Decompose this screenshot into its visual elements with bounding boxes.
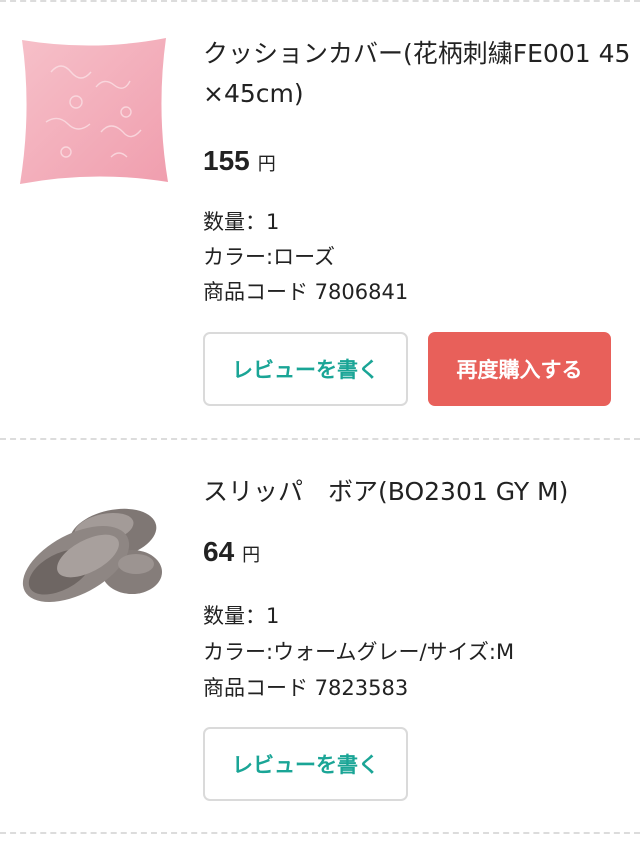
bottom-divider [0,832,640,834]
price-currency: 円 [257,154,276,175]
pink-cushion-image [20,38,168,184]
gray-slippers-image [22,508,162,602]
price-value: 155 [203,145,250,176]
product-code: 商品コード 7823583 [203,676,409,700]
order-item: スリッパ ボア(BO2301 GY M) 64 円 数量：1 カラー:ウォームグレ… [0,440,640,833]
product-color: カラー:ローズ [203,245,336,269]
product-quantity: 数量：1 [203,604,280,628]
write-review-button[interactable]: レビューを書く [203,332,408,406]
write-review-button[interactable]: レビューを書く [203,727,408,801]
order-item: クッションカバー(花柄刺繍FE001 45×45cm) 155 円 数量：1 カラ… [0,0,640,438]
rebuy-button[interactable]: 再度購入する [428,332,611,406]
product-image[interactable] [16,32,172,188]
product-title[interactable]: スリッパ ボア(BO2301 GY M) [203,472,635,512]
product-price: 155 円 [203,145,276,177]
price-currency: 円 [242,545,261,566]
product-price: 64 円 [203,536,260,568]
product-image[interactable] [16,472,172,628]
product-quantity: 数量：1 [203,210,280,234]
product-code: 商品コード 7806841 [203,280,409,304]
product-title[interactable]: クッションカバー(花柄刺繍FE001 45×45cm) [203,34,635,114]
price-value: 64 [203,536,235,567]
product-color: カラー:ウォームグレー/サイズ:M [203,640,515,664]
